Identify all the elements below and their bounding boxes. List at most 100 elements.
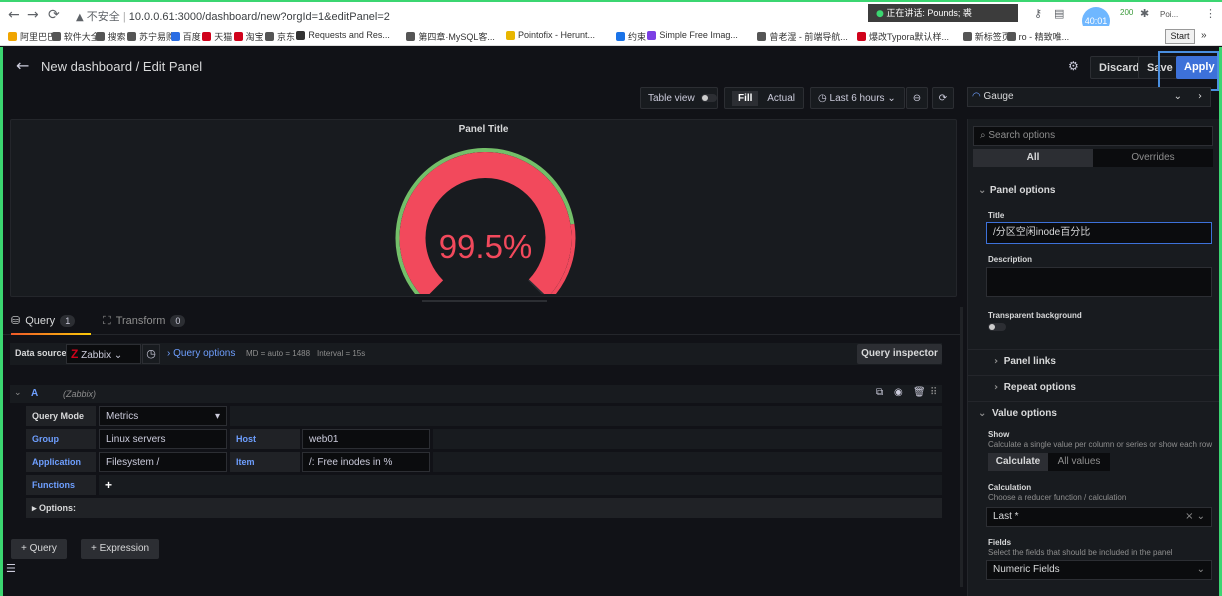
translate-icon[interactable]: ▤ (1054, 7, 1064, 20)
bookmark-icon (202, 32, 212, 41)
bookmark-item[interactable]: 软件大全 (51, 30, 100, 43)
all-values-option[interactable]: All values (1048, 453, 1110, 471)
fields-value: Numeric Fields (993, 564, 1060, 575)
application-input[interactable]: Filesystem / (99, 452, 227, 472)
options-toggle[interactable]: ▸ Options: (26, 498, 942, 518)
item-input[interactable]: /: Free inodes in % (302, 452, 430, 472)
splitter-handle[interactable] (422, 300, 547, 302)
bookmark-item[interactable]: 苏宁易购 (127, 30, 175, 43)
group-input[interactable]: Linux servers (99, 429, 227, 449)
refresh-icon: ⟳ (938, 93, 948, 104)
query-options-label: Query options (173, 348, 236, 359)
query-options-toggle[interactable]: › Query options (167, 348, 235, 359)
pane-splitter[interactable] (960, 307, 963, 587)
visualization-name: Gauge (983, 91, 1014, 102)
bookmark-item[interactable]: 淘宝 (233, 30, 264, 43)
tab-transform[interactable]: ⛶ Transform 0 (103, 314, 186, 328)
query-ref[interactable]: A (31, 388, 38, 399)
add-query-button[interactable]: + Query (11, 539, 67, 559)
url-field[interactable]: ▲ 不安全 | 10.0.0.61:3000/dashboard/new?org… (76, 8, 390, 24)
query-inspector-button[interactable]: Query inspector (857, 344, 942, 364)
grafana-app: ← New dashboard / Edit Panel ⚙ Discard S… (0, 47, 1222, 596)
bookmark-item[interactable]: 天猫 (202, 30, 232, 43)
actual-option[interactable]: Actual (761, 93, 795, 104)
tab-query[interactable]: ⛁ Query 1 (11, 314, 76, 327)
bookmark-icon (127, 32, 136, 41)
datasource-settings-button[interactable]: ◷ (142, 344, 160, 364)
tab-query-label: Query (25, 314, 56, 327)
chevron-right-icon[interactable]: › (1198, 88, 1202, 106)
speaking-text: 正在讲话: Pounds; 裘 (886, 8, 972, 18)
back-icon[interactable]: ← (8, 7, 20, 23)
panel-links-label: Panel links (1003, 356, 1056, 367)
fill-option[interactable]: Fill (732, 91, 759, 106)
repeat-options-section[interactable]: › Repeat options (968, 375, 1222, 399)
host-input[interactable]: web01 (302, 429, 430, 449)
screen-share-border-left (0, 47, 3, 596)
bookmark-item[interactable]: Requests and Res... (296, 30, 390, 40)
warning-icon: ▲ (76, 12, 84, 23)
calculate-option[interactable]: Calculate (988, 453, 1048, 471)
search-options-input[interactable]: ⌕ Search options (973, 126, 1213, 146)
bookmark-label: ro - 精致唯... (1018, 32, 1070, 42)
bookmark-icon (265, 32, 274, 41)
eye-icon[interactable]: ◉ (894, 387, 903, 398)
bookmark-item[interactable]: ro - 精致唯... (1006, 30, 1070, 43)
value-options-section[interactable]: ⌄ Value options (968, 401, 1222, 425)
list-icon[interactable]: ☰ (6, 562, 16, 575)
refresh-button[interactable]: ⟳ (932, 87, 954, 109)
collapse-chevron-icon[interactable]: ⌄ (14, 388, 22, 398)
bookmark-item[interactable]: 阿里巴巴 (8, 30, 56, 43)
value-options-label: Value options (991, 408, 1057, 419)
bookmark-item[interactable]: 第四章·MySQL客... (406, 30, 495, 43)
extensions-icon[interactable]: ✱ (1140, 7, 1149, 20)
calculation-select[interactable]: Last * × ⌄ (986, 507, 1212, 527)
clear-chevron-icon: × ⌄ (1185, 511, 1205, 522)
trash-icon[interactable]: 🗑 (913, 387, 926, 398)
reload-icon[interactable]: ⟳ (48, 7, 60, 23)
panel-title[interactable]: Panel Title (11, 124, 956, 135)
copy-icon[interactable]: ⧉ (876, 387, 883, 398)
bookmark-item[interactable]: Pointofix - Herunt... (506, 30, 595, 40)
zoom-out-button[interactable]: ⊖ (906, 87, 928, 109)
bookmark-item[interactable]: 约束 (616, 30, 646, 43)
bookmark-item[interactable]: 新标签页 (962, 30, 1011, 43)
row-filler (433, 452, 942, 472)
panel-options-section[interactable]: ⌄ Panel options (968, 185, 1222, 196)
start-button[interactable]: Start (1165, 29, 1195, 44)
group-label: Group (26, 429, 96, 449)
title-input[interactable]: /分区空闲inode百分比 (986, 222, 1212, 244)
query-mode-label: Query Mode (26, 406, 96, 426)
table-view-toggle[interactable]: Table view (640, 87, 718, 109)
bookmark-icon (647, 30, 657, 40)
fields-select[interactable]: Numeric Fields ⌄ (986, 560, 1212, 580)
visualization-picker[interactable]: ◠ Gauge ⌄ › (967, 87, 1211, 107)
bookmark-item[interactable]: 京东 (265, 30, 295, 43)
key-icon[interactable]: ⚷ (1034, 7, 1042, 20)
time-picker[interactable]: ◷ Last 6 hours ⌄ (810, 87, 905, 109)
add-function-icon[interactable]: + (105, 478, 112, 492)
bookmark-item[interactable]: 百度 (170, 30, 201, 43)
description-input[interactable] (986, 267, 1212, 297)
chevron-right-icon: › (994, 382, 999, 393)
tab-overrides[interactable]: Overrides (1093, 149, 1213, 167)
datasource-picker[interactable]: Z Zabbix ⌄ (66, 344, 141, 364)
bookmark-item[interactable]: 曾老湿 - 前端导航... (757, 30, 848, 43)
gear-icon[interactable]: ⚙ (1068, 59, 1079, 73)
transparent-toggle[interactable] (988, 323, 1006, 331)
panel-links-section[interactable]: › Panel links (968, 349, 1222, 373)
tab-all[interactable]: All (973, 149, 1093, 167)
forward-icon[interactable]: → (27, 7, 39, 23)
ext-label[interactable]: Poi... (1160, 10, 1178, 19)
drag-handle-icon[interactable]: ⠿ (930, 387, 937, 398)
bookmark-item[interactable]: 爆改Typora默认样... (857, 30, 949, 43)
bookmark-label: 百度 (182, 32, 201, 42)
bookmarks-more[interactable]: » (1201, 30, 1207, 41)
menu-icon[interactable]: ⋮ (1205, 7, 1216, 20)
bookmark-item[interactable]: 搜索 (95, 30, 126, 43)
back-arrow-icon[interactable]: ← (16, 56, 29, 75)
bookmark-item[interactable]: Simple Free Imag... (647, 30, 738, 40)
md-text: MD = auto = 1488 (246, 349, 311, 358)
add-expression-button[interactable]: + Expression (81, 539, 160, 559)
query-mode-select[interactable]: Metrics ▾ (99, 406, 227, 426)
